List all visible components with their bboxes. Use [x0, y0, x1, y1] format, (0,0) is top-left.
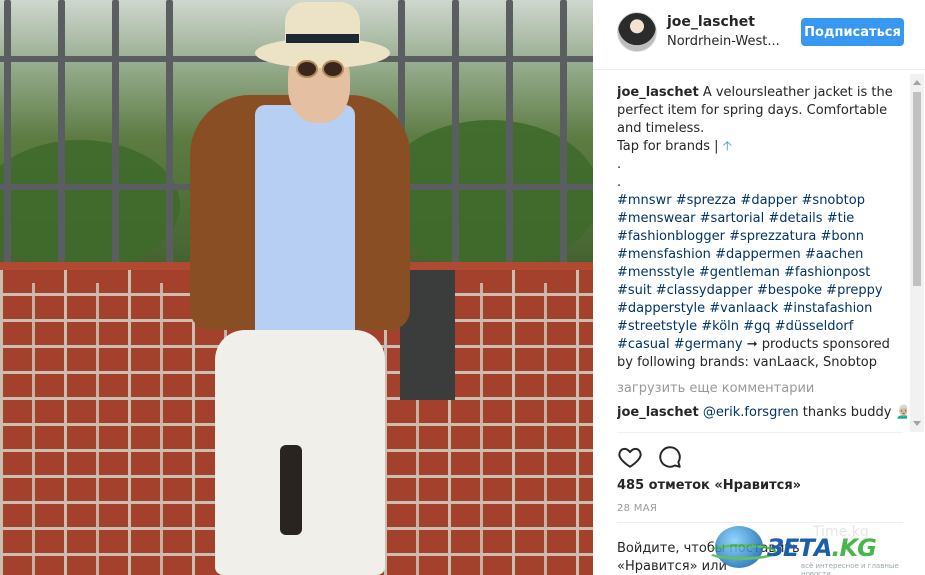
sunglasses-lens: [296, 60, 318, 78]
scroll-up-icon[interactable]: [913, 80, 921, 85]
divider: [617, 432, 903, 433]
fence-bar: [166, 0, 173, 280]
comment-mention[interactable]: @erik.forsgren: [703, 405, 799, 420]
hashtag-link[interactable]: #preppy: [826, 283, 882, 298]
hashtag-link[interactable]: #gq: [743, 319, 770, 334]
hashtag-link[interactable]: #dapper: [740, 193, 797, 208]
hashtag-link[interactable]: #dapperstyle: [617, 301, 705, 316]
post-photo[interactable]: [0, 0, 593, 575]
hashtag-link[interactable]: #bespoke: [757, 283, 822, 298]
sunglasses-lens: [322, 60, 344, 78]
post-sidebar: joe_laschet Nordrhein-West... Подписатьс…: [593, 0, 925, 575]
watermark-brand: ЗЕТА.KG: [767, 534, 877, 562]
comment-item: joe_laschet @erik.forsgren thanks buddy …: [617, 404, 907, 422]
hashtag-link[interactable]: #sartorial: [700, 211, 765, 226]
comment-text: thanks buddy 👨🏼‍🦳: [802, 405, 907, 420]
hashtag-link[interactable]: #casual: [617, 337, 670, 352]
hashtag-link[interactable]: #suit: [617, 283, 652, 298]
hashtag-link[interactable]: #fashionblogger: [617, 229, 725, 244]
hashtag-link[interactable]: #classydapper: [656, 283, 753, 298]
hashtag-link[interactable]: #mensstyle: [617, 265, 695, 280]
hashtag-link[interactable]: #details: [768, 211, 822, 226]
hashtag-list: #mnswr #sprezza #dapper #snobtop #menswe…: [617, 193, 883, 352]
hashtag-link[interactable]: #snobtop: [802, 193, 865, 208]
shoe: [280, 445, 302, 535]
hashtag-link[interactable]: #instafashion: [782, 301, 872, 316]
blue-shirt: [255, 105, 355, 345]
login-link[interactable]: Войдите: [617, 541, 675, 556]
hashtag-link[interactable]: #aachen: [805, 247, 863, 262]
speech-bubble-icon[interactable]: [657, 444, 685, 472]
fence-bar: [4, 0, 11, 280]
hashtag-link[interactable]: #bonn: [820, 229, 864, 244]
watermark-logo: Time.kg ЗЕТА.KG всё интересное и главные…: [705, 520, 925, 575]
avatar[interactable]: [617, 12, 657, 52]
caption-tap-for-brands: Tap for brands |: [617, 139, 719, 154]
comment-username[interactable]: joe_laschet: [617, 405, 699, 420]
hashtag-link[interactable]: #tie: [827, 211, 855, 226]
fence-bar: [452, 0, 459, 280]
comments-list: joe_laschet A veloursleather jacket is t…: [617, 84, 907, 432]
fence-bar: [58, 0, 65, 280]
hashtag-link[interactable]: #sprezza: [676, 193, 737, 208]
hashtag-link[interactable]: #mnswr: [617, 193, 672, 208]
hashtag-link[interactable]: #germany: [674, 337, 743, 352]
follow-button[interactable]: Подписаться: [801, 18, 904, 46]
fence-bar: [112, 0, 119, 280]
caption-dot: .: [617, 157, 622, 172]
hashtag-link[interactable]: #fashionpost: [784, 265, 870, 280]
hashtag-link[interactable]: #menswear: [617, 211, 696, 226]
post-date[interactable]: 28 МАЯ: [617, 503, 657, 514]
hashtag-link[interactable]: #köln: [701, 319, 739, 334]
hashtag-link[interactable]: #streetstyle: [617, 319, 697, 334]
globe-icon: [707, 526, 777, 568]
fence-bar: [560, 0, 567, 280]
hashtag-link[interactable]: #sprezzatura: [729, 229, 816, 244]
fence-bar: [506, 0, 513, 280]
hashtag-link[interactable]: #gentleman: [699, 265, 780, 280]
hashtag-link[interactable]: #dappermen: [715, 247, 801, 262]
scrollbar-thumb[interactable]: [913, 92, 921, 286]
watermark-tagline: всё интересное и главные новости: [801, 562, 899, 575]
hashtag-link[interactable]: #mensfashion: [617, 247, 711, 262]
caption: joe_laschet A veloursleather jacket is t…: [617, 84, 907, 372]
heart-outline-icon[interactable]: [617, 444, 645, 472]
caption-username[interactable]: joe_laschet: [617, 85, 699, 100]
post-header: joe_laschet Nordrhein-West... Подписатьс…: [593, 0, 925, 70]
likes-count[interactable]: 485 отметок «Нравится»: [617, 478, 801, 493]
comments-scrollbar[interactable]: [910, 74, 924, 432]
scroll-down-icon[interactable]: [913, 421, 921, 426]
watermark-brand-suffix: .KG: [831, 534, 876, 562]
header-username[interactable]: joe_laschet: [667, 14, 755, 30]
caption-dot: .: [617, 175, 622, 190]
hashtag-link[interactable]: #vanlaack: [709, 301, 778, 316]
load-more-comments-link[interactable]: загрузить еще комментарии: [617, 380, 907, 398]
hashtag-link[interactable]: #düsseldorf: [775, 319, 854, 334]
header-location[interactable]: Nordrhein-West...: [667, 34, 780, 49]
up-arrow-emoji-icon: 🡡: [722, 139, 732, 154]
watermark-brand-name: ЗЕТА: [767, 534, 832, 562]
hat-band: [286, 34, 359, 43]
